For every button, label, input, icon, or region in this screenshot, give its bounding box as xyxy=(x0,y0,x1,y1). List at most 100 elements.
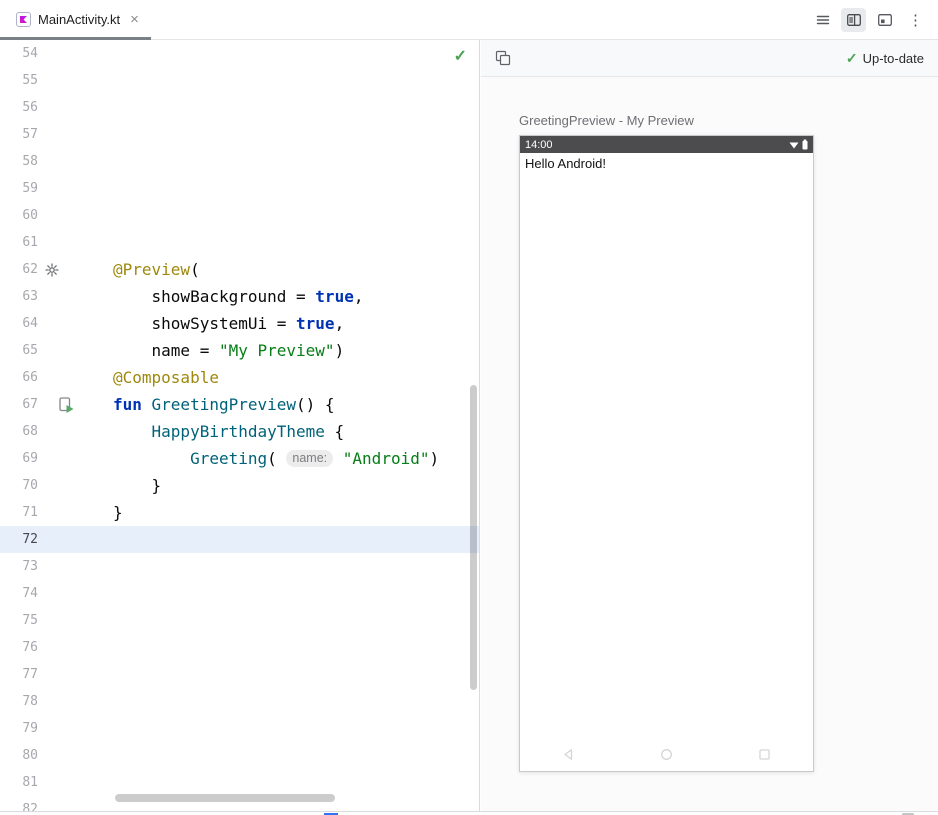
line-number[interactable]: 76 xyxy=(0,640,38,655)
line-number[interactable]: 65 xyxy=(0,343,38,358)
gutter xyxy=(38,796,105,811)
code-line[interactable]: 66@Composable xyxy=(0,364,479,391)
preview-status-bar: 14:00 xyxy=(520,136,813,153)
code-line[interactable]: 78 xyxy=(0,688,479,715)
line-number[interactable]: 68 xyxy=(0,424,38,439)
code-line[interactable]: 73 xyxy=(0,553,479,580)
run-preview-icon[interactable] xyxy=(59,396,75,413)
code-line[interactable]: 76 xyxy=(0,634,479,661)
line-number[interactable]: 64 xyxy=(0,316,38,331)
gutter xyxy=(38,40,105,67)
preview-layout-switch-icon[interactable] xyxy=(495,50,511,66)
line-number[interactable]: 59 xyxy=(0,181,38,196)
line-number[interactable]: 78 xyxy=(0,694,38,709)
code-line[interactable]: 55 xyxy=(0,67,479,94)
line-number[interactable]: 57 xyxy=(0,127,38,142)
editor-vertical-scrollbar[interactable] xyxy=(470,385,477,690)
gutter xyxy=(38,337,105,364)
code-line[interactable]: 75 xyxy=(0,607,479,634)
preview-greeting-text: Hello Android! xyxy=(520,153,813,171)
annotation-settings-gear-icon[interactable] xyxy=(45,263,59,277)
line-number[interactable]: 56 xyxy=(0,100,38,115)
line-number[interactable]: 74 xyxy=(0,586,38,601)
code-line[interactable]: 54 xyxy=(0,40,479,67)
code-line[interactable]: 74 xyxy=(0,580,479,607)
nav-recents-icon xyxy=(758,748,771,761)
code-line[interactable]: 69 Greeting( name: "Android") xyxy=(0,445,479,472)
line-number[interactable]: 60 xyxy=(0,208,38,223)
line-number[interactable]: 62 xyxy=(0,262,38,277)
editor-horizontal-scrollbar[interactable] xyxy=(115,794,335,802)
code-text: fun GreetingPreview() { xyxy=(105,391,335,418)
gutter xyxy=(38,742,105,769)
preview-navigation-bar xyxy=(520,748,813,761)
code-line[interactable]: 61 xyxy=(0,229,479,256)
code-line[interactable]: 58 xyxy=(0,148,479,175)
line-number[interactable]: 80 xyxy=(0,748,38,763)
code-line[interactable]: 57 xyxy=(0,121,479,148)
code-line[interactable]: 77 xyxy=(0,661,479,688)
view-mode-split-icon[interactable] xyxy=(841,8,866,32)
tab-mainactivity[interactable]: MainActivity.kt × xyxy=(0,0,151,39)
code-line[interactable]: 72 xyxy=(0,526,479,553)
preview-title[interactable]: GreetingPreview - My Preview xyxy=(519,113,938,128)
code-text: HappyBirthdayTheme { xyxy=(105,418,344,445)
line-number[interactable]: 82 xyxy=(0,802,38,811)
gutter xyxy=(38,499,105,526)
line-number[interactable]: 77 xyxy=(0,667,38,682)
kotlin-file-icon xyxy=(16,12,31,27)
code-editor[interactable]: 54 55 56 57 58 59 60 61 62@Preview(63 showBackgr… xyxy=(0,40,480,811)
gutter xyxy=(38,553,105,580)
nav-back-icon xyxy=(562,748,575,761)
code-line[interactable]: 80 xyxy=(0,742,479,769)
preview-build-status: ✓ Up-to-date xyxy=(846,50,924,67)
gutter xyxy=(38,472,105,499)
line-number[interactable]: 54 xyxy=(0,46,38,61)
view-mode-code-icon[interactable] xyxy=(810,8,835,32)
code-text: name = "My Preview") xyxy=(105,337,344,364)
inspections-status-check-icon[interactable]: ✓ xyxy=(454,46,467,66)
editor-tab-bar: MainActivity.kt × xyxy=(0,0,938,40)
line-number[interactable]: 58 xyxy=(0,154,38,169)
code-line[interactable]: 62@Preview( xyxy=(0,256,479,283)
code-line[interactable]: 70 } xyxy=(0,472,479,499)
code-line[interactable]: 64 showSystemUi = true, xyxy=(0,310,479,337)
code-line[interactable]: 63 showBackground = true, xyxy=(0,283,479,310)
line-number[interactable]: 67 xyxy=(0,397,38,412)
gutter xyxy=(38,310,105,337)
line-number[interactable]: 79 xyxy=(0,721,38,736)
code-line[interactable]: 56 xyxy=(0,94,479,121)
line-number[interactable]: 63 xyxy=(0,289,38,304)
code-line[interactable]: 68 HappyBirthdayTheme { xyxy=(0,418,479,445)
battery-icon xyxy=(802,139,808,150)
more-options-icon[interactable]: ⋮ xyxy=(903,8,928,32)
line-number[interactable]: 75 xyxy=(0,613,38,628)
line-number[interactable]: 55 xyxy=(0,73,38,88)
code-line[interactable]: 71} xyxy=(0,499,479,526)
code-line[interactable]: 60 xyxy=(0,202,479,229)
device-preview-frame[interactable]: 14:00 Hello Android! xyxy=(519,135,814,772)
line-number[interactable]: 72 xyxy=(0,532,38,547)
gutter xyxy=(38,526,105,553)
line-number[interactable]: 69 xyxy=(0,451,38,466)
gutter xyxy=(38,67,105,94)
line-number[interactable]: 66 xyxy=(0,370,38,385)
line-number[interactable]: 61 xyxy=(0,235,38,250)
code-line[interactable]: 67 fun GreetingPreview() { xyxy=(0,391,479,418)
gutter xyxy=(38,634,105,661)
android-studio-window: MainActivity.kt × xyxy=(0,0,938,815)
code-text: } xyxy=(105,472,161,499)
code-line[interactable]: 81 xyxy=(0,769,479,796)
line-number[interactable]: 81 xyxy=(0,775,38,790)
line-number[interactable]: 71 xyxy=(0,505,38,520)
view-mode-design-icon[interactable] xyxy=(872,8,897,32)
code-line[interactable]: 65 name = "My Preview") xyxy=(0,337,479,364)
code-line[interactable]: 79 xyxy=(0,715,479,742)
tab-close-icon[interactable]: × xyxy=(130,12,139,27)
gutter xyxy=(38,202,105,229)
gutter xyxy=(38,607,105,634)
line-number[interactable]: 70 xyxy=(0,478,38,493)
code-line[interactable]: 59 xyxy=(0,175,479,202)
line-number[interactable]: 73 xyxy=(0,559,38,574)
gutter xyxy=(38,94,105,121)
